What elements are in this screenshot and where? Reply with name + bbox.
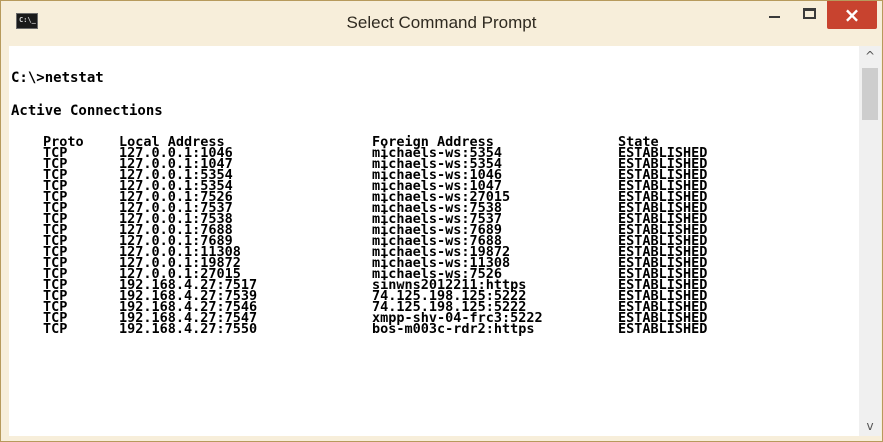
maximize-icon: [803, 8, 816, 19]
vertical-scrollbar[interactable]: ^ v: [859, 46, 881, 436]
cell-local-address: 192.168.4.27:7550: [119, 321, 258, 337]
scroll-down-arrow-icon[interactable]: v: [859, 416, 881, 436]
command-prompt-window: C:\_ Select Command Prompt × C:\>netstat…: [0, 0, 883, 442]
close-button[interactable]: ×: [827, 1, 877, 29]
cell-state: ESTABLISHED: [618, 321, 708, 337]
minimize-button[interactable]: [757, 1, 792, 29]
minimize-icon: [769, 16, 780, 18]
scrollbar-thumb[interactable]: [862, 68, 878, 120]
console-output[interactable]: C:\>netstat Active Connections Proto Loc…: [9, 46, 859, 436]
cell-proto: TCP: [43, 321, 68, 337]
maximize-button[interactable]: [792, 1, 827, 29]
scroll-up-arrow-icon[interactable]: ^: [859, 46, 881, 66]
cell-foreign-address: bos-m003c-rdr2:https: [372, 321, 535, 337]
active-connections-heading: Active Connections: [11, 103, 163, 119]
title-bar[interactable]: C:\_ Select Command Prompt ×: [1, 1, 882, 46]
table-row: TCP 192.168.4.27:7550 bos-m003c-rdr2:https…: [9, 321, 859, 337]
window-title: Select Command Prompt: [346, 13, 537, 32]
close-icon: ×: [843, 3, 861, 27]
prompt-line: C:\>netstat: [11, 70, 104, 86]
